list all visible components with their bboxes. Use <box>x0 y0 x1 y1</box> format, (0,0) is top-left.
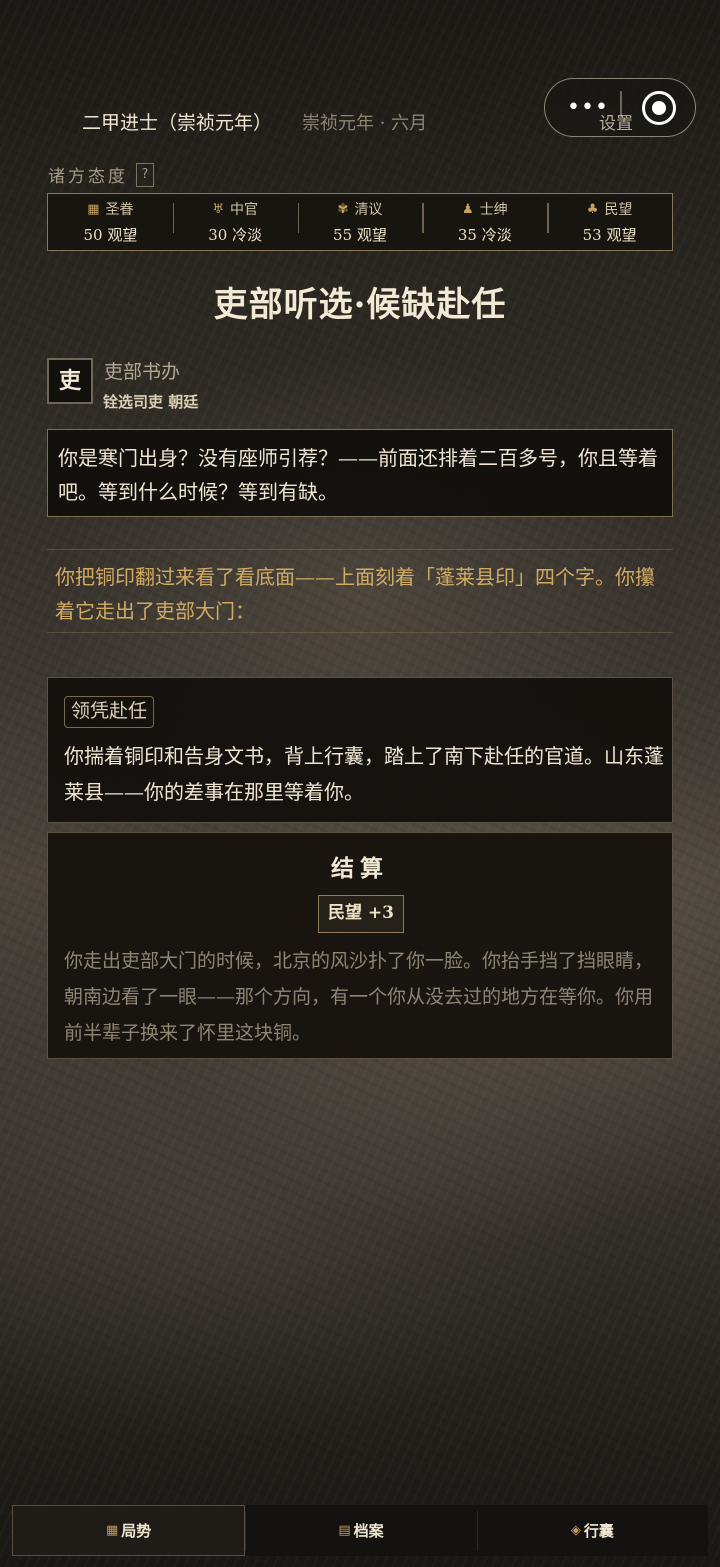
tab-situation[interactable]: ▦ 局势 <box>12 1505 246 1556</box>
tab-inventory[interactable]: ◈ 行囊 <box>476 1505 708 1556</box>
status-bar: 二甲进士（崇祯元年） 崇祯元年 · 六月 <box>82 108 427 135</box>
attitude-state: 观望 <box>356 226 387 244</box>
attitude-state: 冷淡 <box>481 226 512 244</box>
result-panel: 结算 民望 +3 你走出吏部大门的时候，北京的风沙扑了你一脸。你抬手挡了挡眼睛，… <box>47 832 673 1059</box>
attitude-shengjuan[interactable]: ▦ 圣眷 50 观望 <box>48 199 173 245</box>
choice-text: 你揣着铜印和告身文书，背上行囊，踏上了南下赴任的官道。山东蓬莱县——你的差事在那… <box>64 744 664 804</box>
attitude-shishen[interactable]: ♟ 士绅 35 冷淡 <box>422 199 547 245</box>
attitude-name: 中官 <box>230 202 259 218</box>
npc-dialogue: 你是寒门出身？没有座师引荐？——前面还排着二百多号，你且等着吧。等到什么时候？等… <box>47 429 673 517</box>
attitude-name: 清议 <box>354 202 383 218</box>
miniprogram-capsule: ••• 设置 <box>544 78 696 137</box>
tab-label: 局势 <box>121 1522 152 1540</box>
attitudes-header: 诸方态度 ? <box>48 162 154 187</box>
seal-icon: ▦ <box>87 201 100 217</box>
attitudes-label: 诸方态度 <box>48 167 128 187</box>
attitude-zhongguan[interactable]: ♅ 中官 30 冷淡 <box>172 199 298 245</box>
eunuch-icon: ♅ <box>212 201 225 217</box>
attitude-value: 53 <box>582 226 602 244</box>
result-effect-badge: 民望 +3 <box>318 895 404 933</box>
attitudes-bar: ▦ 圣眷 50 观望 ♅ 中官 30 冷淡 ✾ 清议 55 观望 ♟ 士绅 35 冷淡 … <box>47 193 673 251</box>
close-miniprogram-icon[interactable] <box>642 91 676 125</box>
choice-tag: 领凭赴任 <box>64 696 155 728</box>
tab-archive[interactable]: ▤ 档案 <box>245 1505 476 1556</box>
attitude-minwang[interactable]: ♣ 民望 53 观望 <box>547 199 672 245</box>
attitude-name: 士绅 <box>479 202 508 218</box>
bottom-tab-bar: ▦ 局势 ▤ 档案 ◈ 行囊 <box>12 1505 708 1556</box>
npc-name: 吏部书办 <box>104 361 181 383</box>
attitude-state: 观望 <box>606 226 637 244</box>
npc-avatar: 吏 <box>47 358 93 404</box>
result-title: 结算 <box>331 855 389 882</box>
result-text: 你走出吏部大门的时候，北京的风沙扑了你一脸。你抬手挡了挡眼睛，朝南边看了一眼——… <box>64 950 654 1044</box>
player-rank: 二甲进士（崇祯元年） <box>82 112 273 134</box>
tab-label: 行囊 <box>583 1522 614 1540</box>
help-icon[interactable]: ? <box>136 162 154 187</box>
capsule-divider <box>620 91 622 117</box>
attitude-value: 35 <box>457 226 477 244</box>
attitude-value: 55 <box>333 226 353 244</box>
attitude-state: 冷淡 <box>232 226 263 244</box>
narration-text: 你把铜印翻过来看了看底面——上面刻着「蓬莱县印」四个字。你攥着它走出了吏部大门： <box>47 549 673 633</box>
situation-icon: ▦ <box>106 1523 119 1538</box>
scene-title: 吏部听选·候缺赴任 <box>213 285 507 325</box>
attitude-state: 观望 <box>107 226 138 244</box>
attitude-value: 50 <box>83 226 103 244</box>
attitude-value: 30 <box>208 226 228 244</box>
archive-icon: ▤ <box>338 1523 351 1538</box>
game-date: 崇祯元年 · 六月 <box>302 113 428 134</box>
bag-icon: ◈ <box>570 1523 581 1538</box>
attitude-name: 圣眷 <box>105 202 134 218</box>
scholar-icon: ✾ <box>337 201 349 217</box>
settings-button[interactable]: 设置 <box>599 109 633 134</box>
tab-label: 档案 <box>353 1522 384 1540</box>
attitude-name: 民望 <box>604 202 633 218</box>
choice-card[interactable]: 领凭赴任 你揣着铜印和告身文书，背上行囊，踏上了南下赴任的官道。山东蓬莱县——你… <box>47 677 673 823</box>
npc-subtitle: 铨选司吏 朝廷 <box>103 393 199 411</box>
attitude-qingyi[interactable]: ✾ 清议 55 观望 <box>297 199 423 245</box>
people-icon: ♣ <box>586 201 599 217</box>
gentry-icon: ♟ <box>461 201 474 217</box>
